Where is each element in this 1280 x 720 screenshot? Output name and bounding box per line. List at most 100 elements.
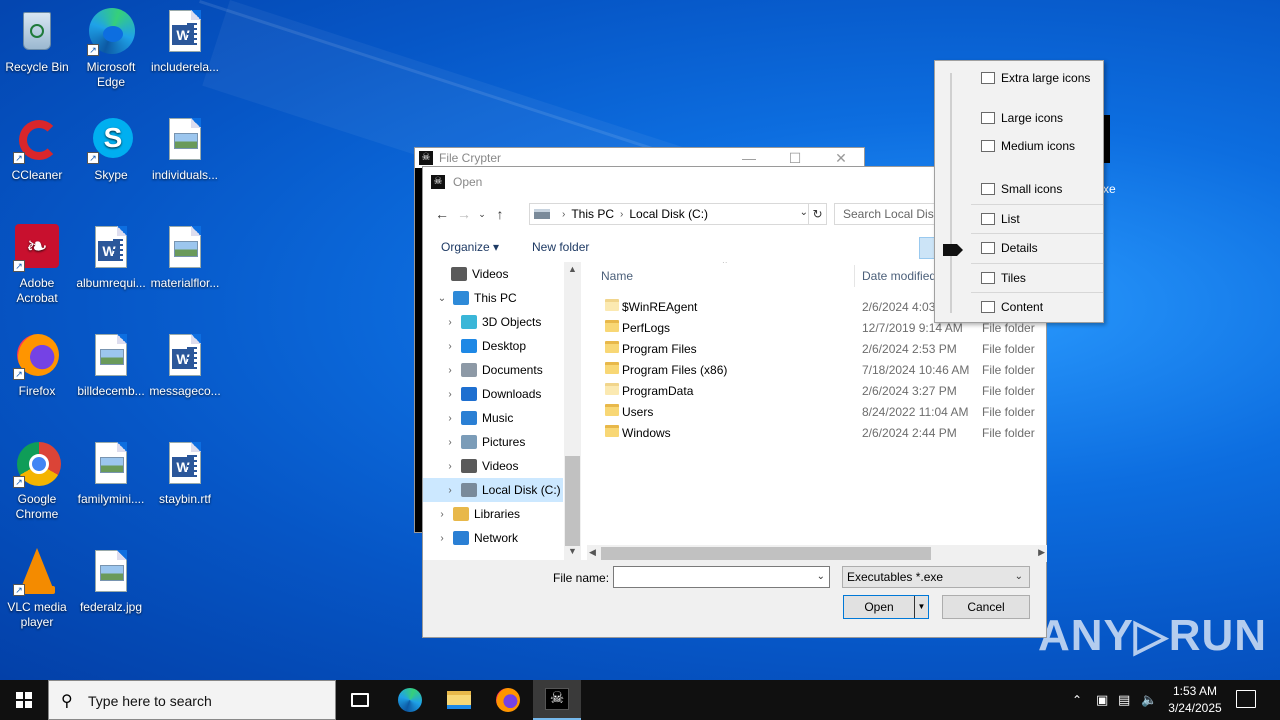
taskbar-firefox[interactable] <box>484 680 532 720</box>
expand-chevron-icon[interactable]: › <box>445 317 455 328</box>
back-arrow-icon[interactable]: ← <box>431 206 453 222</box>
desktop-icon-includerela[interactable]: W includerela... <box>148 8 222 75</box>
nav-item-network[interactable]: › Network <box>423 526 563 550</box>
file-crypter-titlebar[interactable]: ☠ File Crypter — ☐ ✕ <box>415 148 864 168</box>
nav-item-videos[interactable]: › Videos <box>423 454 563 478</box>
desktop-icon-individuals[interactable]: individuals... <box>148 116 222 183</box>
view-option-medium-icons[interactable]: Medium icons <box>971 133 1103 159</box>
desktop-icon-staybin[interactable]: W staybin.rtf <box>148 440 222 507</box>
nav-item-music[interactable]: › Music <box>423 406 563 430</box>
view-option-details[interactable]: Details <box>971 235 1103 261</box>
desktop-icon-recycle-bin[interactable]: Recycle Bin <box>0 8 74 75</box>
nav-item-downloads[interactable]: › Downloads <box>423 382 563 406</box>
cancel-button[interactable]: Cancel <box>942 595 1030 619</box>
forward-arrow-icon[interactable]: → <box>453 206 475 222</box>
nav-item-local-disk[interactable]: › Local Disk (C:) <box>423 478 563 502</box>
breadcrumb-separator-icon[interactable]: › <box>562 209 565 220</box>
expand-chevron-icon[interactable]: › <box>445 365 455 376</box>
start-button[interactable] <box>0 680 48 720</box>
nav-item-3d-objects[interactable]: › 3D Objects <box>423 310 563 334</box>
address-bar[interactable]: › This PC › Local Disk (C:) ⌄ ↻ <box>529 203 827 225</box>
taskbar-file-explorer[interactable] <box>435 680 483 720</box>
breadcrumb-local-disk[interactable]: Local Disk (C:) <box>629 207 708 221</box>
up-arrow-icon[interactable]: ↑ <box>489 206 511 222</box>
desktop-icon-adobe-acrobat[interactable]: ❧ ↗ Adobe Acrobat <box>0 224 74 306</box>
show-hidden-icons-button[interactable]: ⌃ <box>1072 680 1082 720</box>
collapse-chevron-icon[interactable]: ⌄ <box>437 293 447 304</box>
file-row[interactable]: Windows 2/6/2024 2:44 PM File folder <box>583 422 1048 443</box>
expand-chevron-icon[interactable]: › <box>445 461 455 472</box>
view-option-large-icons[interactable]: Large icons <box>971 105 1103 131</box>
open-split-dropdown-icon[interactable]: ▼ <box>914 596 928 618</box>
view-size-slider-thumb[interactable] <box>943 244 963 256</box>
taskbar-clock[interactable]: 1:53 AM 3/24/2025 <box>1162 683 1228 717</box>
scroll-up-arrow-icon[interactable]: ▲ <box>564 264 581 274</box>
view-option-content[interactable]: Content <box>971 294 1103 320</box>
nav-item-pictures[interactable]: › Pictures <box>423 430 563 454</box>
file-row[interactable]: Program Files 2/6/2024 2:53 PM File fold… <box>583 338 1048 359</box>
expand-chevron-icon[interactable]: › <box>445 389 455 400</box>
column-divider[interactable] <box>854 265 855 287</box>
column-header-name[interactable]: Name <box>601 269 633 283</box>
open-button[interactable]: Open ▼ <box>843 595 929 619</box>
network-tray-button[interactable]: ▤ <box>1118 680 1130 720</box>
nav-item-libraries[interactable]: › Libraries <box>423 502 563 526</box>
view-option-tiles[interactable]: Tiles <box>971 265 1103 291</box>
expand-chevron-icon[interactable]: › <box>437 533 447 544</box>
desktop-icon-familymini[interactable]: familymini.... <box>74 440 148 507</box>
breadcrumb-separator-icon[interactable]: › <box>620 209 623 220</box>
desktop-icon-skype[interactable]: S ↗ Skype <box>74 116 148 183</box>
scroll-right-arrow-icon[interactable]: ▶ <box>1038 547 1045 558</box>
close-button[interactable]: ✕ <box>818 150 864 167</box>
view-option-small-icons[interactable]: Small icons <box>971 176 1103 202</box>
file-row[interactable]: ProgramData 2/6/2024 3:27 PM File folder <box>583 380 1048 401</box>
expand-chevron-icon[interactable]: › <box>445 485 455 496</box>
desktop-icon-materialflor[interactable]: materialflor... <box>148 224 222 291</box>
file-name-dropdown-icon[interactable]: ⌄ <box>817 571 825 582</box>
file-row[interactable]: Users 8/24/2022 11:04 AM File folder <box>583 401 1048 422</box>
taskbar-edge[interactable] <box>386 680 434 720</box>
navigation-scrollbar[interactable]: ▲ ▼ <box>564 262 581 562</box>
recent-locations-chevron-icon[interactable]: ⌄ <box>475 209 489 220</box>
file-type-select[interactable]: Executables *.exe ⌄ <box>842 566 1030 588</box>
desktop-icon-messageco[interactable]: W messageco... <box>148 332 222 399</box>
taskbar-file-crypter[interactable]: ☠ <box>533 680 581 720</box>
view-size-slider-track[interactable] <box>950 73 952 313</box>
new-folder-button[interactable]: New folder <box>532 240 589 254</box>
view-option-extra-large-icons[interactable]: Extra large icons <box>971 65 1103 91</box>
desktop-icon-firefox[interactable]: ↗ Firefox <box>0 332 74 399</box>
desktop-icon-billdecemb[interactable]: billdecemb... <box>74 332 148 399</box>
minimize-button[interactable]: — <box>726 150 772 167</box>
column-header-date-modified[interactable]: Date modified <box>862 269 936 283</box>
address-dropdown-icon[interactable]: ⌄ <box>800 207 808 218</box>
tray-device-icon-button[interactable]: ▣ <box>1096 680 1108 720</box>
scroll-left-arrow-icon[interactable]: ◀ <box>589 547 596 558</box>
notification-center-icon[interactable] <box>1236 690 1256 708</box>
nav-item-documents[interactable]: › Documents <box>423 358 563 382</box>
maximize-button[interactable]: ☐ <box>772 150 818 167</box>
search-input[interactable]: Search Local Disk (C:) <box>834 203 944 225</box>
scrollbar-thumb[interactable] <box>601 547 931 560</box>
desktop-icon-ccleaner[interactable]: ↗ CCleaner <box>0 116 74 183</box>
view-option-list[interactable]: List <box>971 206 1103 232</box>
expand-chevron-icon[interactable]: › <box>437 509 447 520</box>
desktop-icon-albumrequi[interactable]: W albumrequi... <box>74 224 148 291</box>
task-view-button[interactable] <box>336 680 384 720</box>
desktop-icon-google-chrome[interactable]: ↗ Google Chrome <box>0 440 74 522</box>
taskbar-search-box[interactable]: ⚲ Type here to search <box>48 680 336 720</box>
scroll-down-arrow-icon[interactable]: ▼ <box>564 546 581 556</box>
desktop-icon-vlc[interactable]: ↗ VLC media player <box>0 548 74 630</box>
expand-chevron-icon[interactable]: › <box>445 341 455 352</box>
file-type-dropdown-icon[interactable]: ⌄ <box>1015 567 1023 587</box>
scrollbar-thumb[interactable] <box>565 456 580 546</box>
expand-chevron-icon[interactable]: › <box>445 437 455 448</box>
refresh-icon[interactable]: ↻ <box>808 204 826 224</box>
organize-button[interactable]: Organize ▾ <box>441 240 499 254</box>
file-row[interactable]: Program Files (x86) 7/18/2024 10:46 AM F… <box>583 359 1048 380</box>
nav-item-videos[interactable]: Videos <box>423 262 563 286</box>
nav-item-desktop[interactable]: › Desktop <box>423 334 563 358</box>
breadcrumb-this-pc[interactable]: This PC <box>571 207 614 221</box>
nav-item-this-pc[interactable]: ⌄ This PC <box>423 286 563 310</box>
expand-chevron-icon[interactable]: › <box>445 413 455 424</box>
change-view-button[interactable] <box>919 237 935 259</box>
